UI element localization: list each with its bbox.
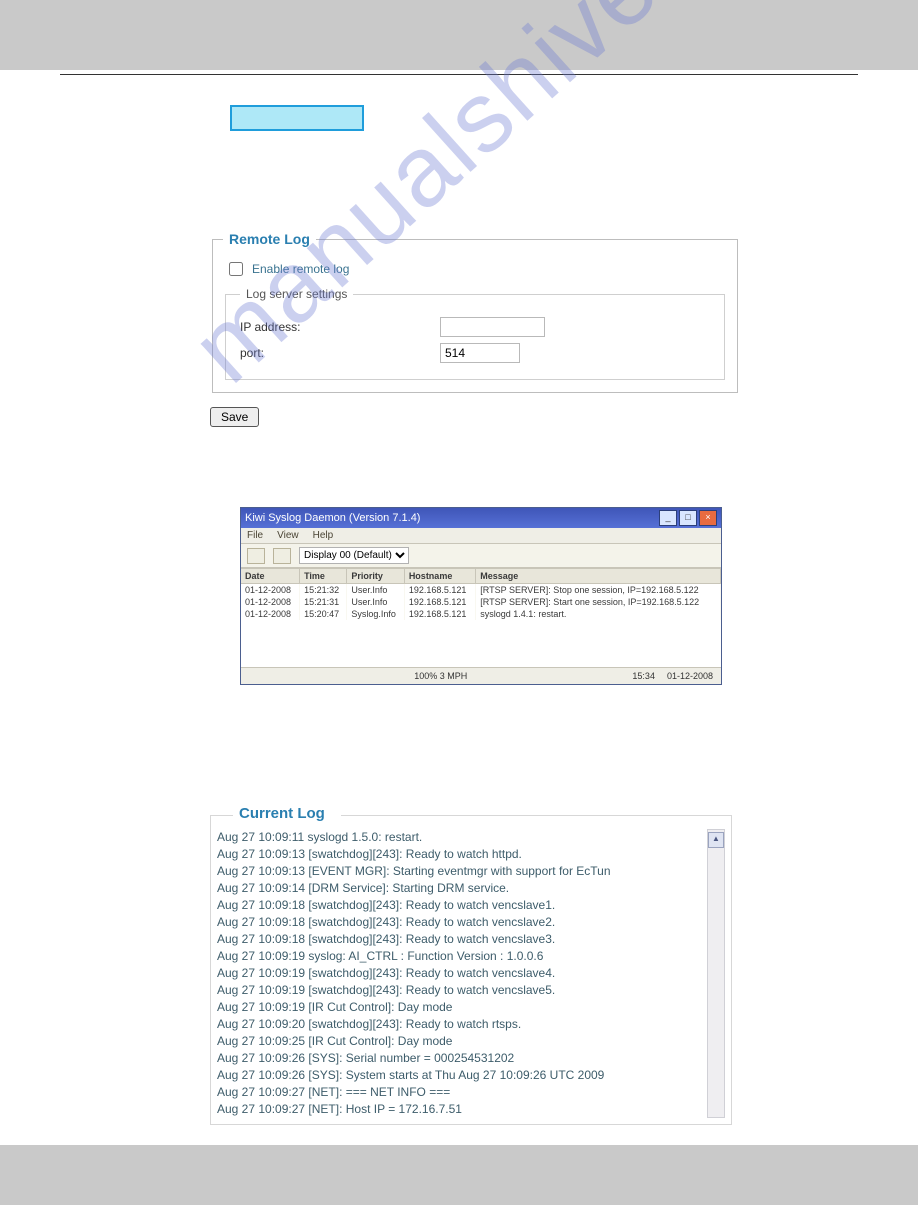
- log-line: Aug 27 10:09:26 [SYS]: System starts at …: [217, 1067, 703, 1084]
- table-cell: syslogd 1.4.1: restart.: [476, 608, 721, 620]
- footer-bar: [0, 1145, 918, 1205]
- log-line: Aug 27 10:09:25 [IR Cut Control]: Day mo…: [217, 1033, 703, 1050]
- log-line: Aug 27 10:09:18 [swatchdog][243]: Ready …: [217, 931, 703, 948]
- log-line: Aug 27 10:09:19 [IR Cut Control]: Day mo…: [217, 999, 703, 1016]
- log-server-settings-legend: Log server settings: [240, 287, 353, 301]
- log-line: Aug 27 10:09:13 [swatchdog][243]: Ready …: [217, 846, 703, 863]
- log-line: Aug 27 10:09:26 [SYS]: Serial number = 0…: [217, 1050, 703, 1067]
- col-message[interactable]: Message: [476, 569, 721, 584]
- table-cell: User.Info: [347, 584, 404, 597]
- close-icon[interactable]: ×: [699, 510, 717, 526]
- remote-log-legend: Remote Log: [223, 231, 316, 247]
- current-log-panel: Current Log Aug 27 10:09:11 syslogd 1.5.…: [210, 815, 732, 1125]
- log-line: Aug 27 10:09:18 [swatchdog][243]: Ready …: [217, 897, 703, 914]
- table-cell: Syslog.Info: [347, 608, 404, 620]
- table-cell: 15:21:32: [300, 584, 347, 597]
- table-row[interactable]: 01-12-200815:20:47Syslog.Info192.168.5.1…: [241, 608, 721, 620]
- port-label: port:: [240, 346, 410, 360]
- col-time[interactable]: Time: [300, 569, 347, 584]
- header-bar: [0, 0, 918, 70]
- table-cell: 15:21:31: [300, 596, 347, 608]
- table-cell: User.Info: [347, 596, 404, 608]
- kiwi-title-text: Kiwi Syslog Daemon (Version 7.1.4): [245, 512, 420, 524]
- table-row[interactable]: 01-12-200815:21:32User.Info192.168.5.121…: [241, 584, 721, 597]
- table-cell: 01-12-2008: [241, 608, 300, 620]
- log-line: Aug 27 10:09:13 [EVENT MGR]: Starting ev…: [217, 863, 703, 880]
- log-line: Aug 27 10:09:11 syslogd 1.5.0: restart.: [217, 829, 703, 846]
- table-cell: 01-12-2008: [241, 596, 300, 608]
- log-line: Aug 27 10:09:27 [NET]: === NET INFO ===: [217, 1084, 703, 1101]
- ip-address-label: IP address:: [240, 320, 410, 334]
- maximize-icon[interactable]: □: [679, 510, 697, 526]
- kiwi-log-table: Date Time Priority Hostname Message 01-1…: [241, 568, 721, 668]
- log-line: Aug 27 10:09:20 [swatchdog][243]: Ready …: [217, 1016, 703, 1033]
- highlight-box: [230, 105, 364, 131]
- col-date[interactable]: Date: [241, 569, 300, 584]
- log-line: Aug 27 10:09:19 [swatchdog][243]: Ready …: [217, 965, 703, 982]
- table-cell: 192.168.5.121: [404, 596, 475, 608]
- kiwi-title-bar: Kiwi Syslog Daemon (Version 7.1.4) _ □ ×: [241, 508, 721, 528]
- display-select[interactable]: Display 00 (Default): [299, 547, 409, 564]
- table-cell: [RTSP SERVER]: Start one session, IP=192…: [476, 596, 721, 608]
- scroll-up-icon[interactable]: ▲: [708, 832, 724, 848]
- menu-help[interactable]: Help: [313, 530, 334, 541]
- current-log-content: Aug 27 10:09:11 syslogd 1.5.0: restart.A…: [217, 829, 703, 1118]
- menu-view[interactable]: View: [277, 530, 299, 541]
- scrollbar[interactable]: ▲: [707, 829, 725, 1118]
- status-date: 01-12-2008: [667, 671, 713, 681]
- status-mid: 100% 3 MPH: [249, 671, 632, 681]
- toolbar-button-2[interactable]: [273, 548, 291, 564]
- table-cell: 01-12-2008: [241, 584, 300, 597]
- menu-file[interactable]: File: [247, 530, 263, 541]
- save-button[interactable]: Save: [210, 407, 259, 427]
- log-line: Aug 27 10:09:27 [NET]: Host IP = 172.16.…: [217, 1101, 703, 1118]
- table-cell: 192.168.5.121: [404, 584, 475, 597]
- log-line: Aug 27 10:09:14 [DRM Service]: Starting …: [217, 880, 703, 897]
- col-priority[interactable]: Priority: [347, 569, 404, 584]
- table-cell: 192.168.5.121: [404, 608, 475, 620]
- log-server-settings-fieldset: Log server settings IP address: port:: [225, 287, 725, 380]
- toolbar-button-1[interactable]: [247, 548, 265, 564]
- log-line: Aug 27 10:09:19 syslog: AI_CTRL : Functi…: [217, 948, 703, 965]
- kiwi-status-bar: 100% 3 MPH 15:34 01-12-2008: [241, 668, 721, 684]
- enable-remote-log-label: Enable remote log: [252, 262, 349, 276]
- port-input[interactable]: [440, 343, 520, 363]
- log-line: Aug 27 10:09:18 [swatchdog][243]: Ready …: [217, 914, 703, 931]
- minimize-icon[interactable]: _: [659, 510, 677, 526]
- enable-remote-log-checkbox[interactable]: [229, 262, 243, 276]
- kiwi-menu-bar: File View Help: [241, 528, 721, 544]
- table-cell: [RTSP SERVER]: Stop one session, IP=192.…: [476, 584, 721, 597]
- log-line: Aug 27 10:09:19 [swatchdog][243]: Ready …: [217, 982, 703, 999]
- col-hostname[interactable]: Hostname: [404, 569, 475, 584]
- table-cell: 15:20:47: [300, 608, 347, 620]
- kiwi-toolbar: Display 00 (Default): [241, 544, 721, 568]
- current-log-legend: Current Log: [233, 805, 331, 822]
- table-header-row: Date Time Priority Hostname Message: [241, 569, 721, 584]
- ip-address-input[interactable]: [440, 317, 545, 337]
- kiwi-window: Kiwi Syslog Daemon (Version 7.1.4) _ □ ×…: [240, 507, 722, 685]
- status-time: 15:34: [632, 671, 655, 681]
- table-row[interactable]: 01-12-200815:21:31User.Info192.168.5.121…: [241, 596, 721, 608]
- remote-log-fieldset: Remote Log Enable remote log Log server …: [212, 231, 738, 393]
